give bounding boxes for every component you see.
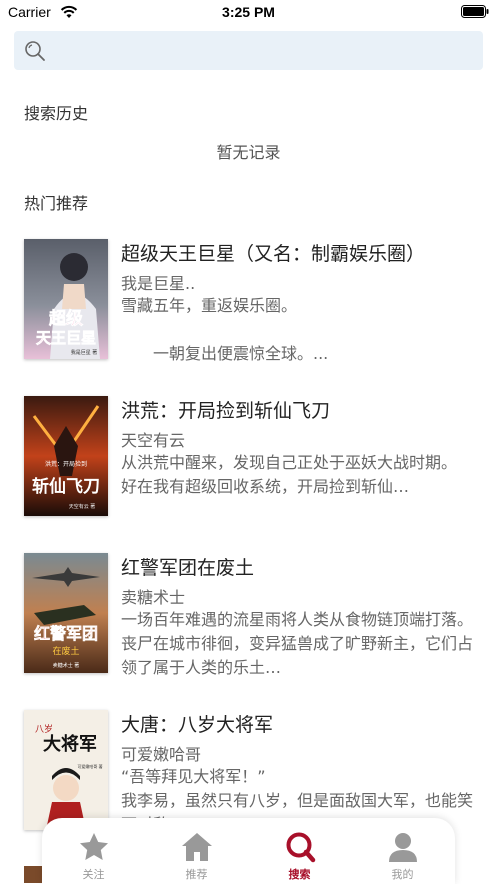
history-empty-text: 暂无记录 bbox=[216, 143, 281, 162]
book-description: 从洪荒中醒来，发现自己正处于巫妖大战时期。 好在我有超级回收系统，开局捡到斩仙… bbox=[121, 453, 458, 496]
cover-title-line1: 超级 bbox=[49, 308, 83, 329]
history-title: 搜索历史 bbox=[24, 104, 89, 123]
search-icon bbox=[286, 832, 316, 863]
tab-mine[interactable]: 我的 bbox=[351, 818, 454, 884]
status-bar: Carrier 3:25 PM bbox=[0, 0, 497, 26]
battery-icon bbox=[461, 5, 489, 18]
book-cover: 红警军团 在废土 卖糖术士 著 bbox=[24, 553, 108, 673]
cover-author: 卖糖术士 著 bbox=[53, 662, 80, 669]
cover-title-line2: 天王巨星 bbox=[36, 329, 96, 347]
tab-search-label: 搜索 bbox=[288, 868, 311, 881]
book-cover: 八岁 大将军 可爱嫩哈哥 著 bbox=[24, 710, 108, 830]
tab-bar: 关注 推荐 搜索 我的 bbox=[42, 818, 455, 884]
cover-title: 斩仙飞刀 bbox=[32, 476, 100, 497]
book-cover-peek bbox=[24, 866, 42, 883]
book-author: 可爱嫩哈哥 bbox=[121, 745, 202, 764]
book-description: 一场百年难遇的流星雨将人类从食物链顶端打落。丧尸在城市徘徊，变异猛兽成了旷野新主… bbox=[121, 610, 474, 677]
tab-follow-label: 关注 bbox=[82, 868, 105, 881]
search-icon bbox=[25, 41, 45, 61]
cover-author: 可爱嫩哈哥 著 bbox=[77, 763, 102, 769]
book-author: 卖糖术士 bbox=[121, 588, 186, 607]
book-author: 天空有云 bbox=[121, 431, 186, 450]
book-description: 雪藏五年，重返娱乐圈。 一朝复出便震惊全球。... bbox=[121, 296, 329, 363]
search-input[interactable] bbox=[14, 31, 483, 70]
star-icon bbox=[80, 833, 108, 860]
cover-title: 大将军 bbox=[43, 733, 97, 755]
person-icon bbox=[389, 833, 417, 862]
book-cover: 洪荒：开局捡到 斩仙飞刀 天空有云 著 bbox=[24, 396, 108, 516]
hot-title: 热门推荐 bbox=[24, 194, 89, 213]
tab-recommend-label: 推荐 bbox=[185, 868, 208, 881]
tab-mine-label: 我的 bbox=[391, 868, 414, 881]
cover-subtitle: 洪荒：开局捡到 bbox=[45, 460, 87, 468]
cover-author: 我是巨星 著 bbox=[71, 349, 98, 356]
book-title: 大唐：八岁大将军 bbox=[121, 714, 274, 736]
book-title: 超级天王巨星（又名：制霸娱乐圈） bbox=[121, 243, 426, 265]
tab-recommend[interactable]: 推荐 bbox=[145, 818, 248, 884]
book-author: 我是巨星.. bbox=[121, 274, 196, 293]
status-time: 3:25 PM bbox=[222, 4, 275, 20]
home-icon bbox=[182, 833, 212, 861]
cover-author: 天空有云 著 bbox=[69, 503, 96, 510]
book-title: 洪荒：开局捡到斩仙飞刀 bbox=[121, 400, 331, 422]
tab-follow[interactable]: 关注 bbox=[42, 818, 145, 884]
book-title: 红警军团在废土 bbox=[121, 557, 255, 579]
cover-title: 红警军团 bbox=[34, 624, 98, 643]
tab-search[interactable]: 搜索 bbox=[248, 818, 351, 884]
book-cover: 超级 天王巨星 我是巨星 著 bbox=[24, 239, 108, 359]
cover-subtitle: 在废土 bbox=[52, 645, 79, 657]
